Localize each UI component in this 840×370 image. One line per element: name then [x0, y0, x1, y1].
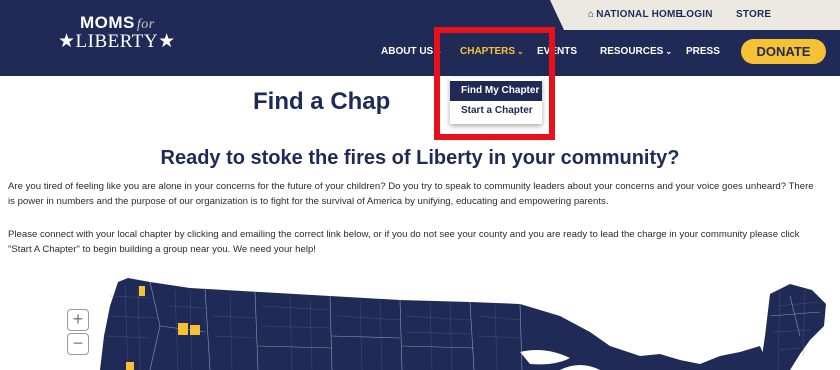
instructions-paragraph: Please connect with your local chapter b… [8, 229, 800, 255]
map-zoom-out-button[interactable]: − [67, 333, 89, 355]
chapter-county[interactable] [139, 286, 145, 296]
utility-bar: ⌂ NATIONAL HOME LOGIN STORE [550, 0, 840, 30]
chevron-down-icon: ⌄ [665, 47, 673, 56]
national-home-label: NATIONAL HOME [596, 9, 683, 20]
map-zoom-in-button[interactable]: + [67, 309, 89, 331]
chapter-county[interactable] [190, 325, 200, 335]
nav-about-us-label: ABOUT US [381, 46, 434, 57]
home-icon: ⌂ [588, 9, 595, 20]
chapter-map[interactable]: + − [0, 276, 840, 370]
sub-heading: Ready to stoke the fires of Liberty in y… [160, 147, 680, 169]
page-title-left: Find a Chap [252, 88, 391, 115]
nav-resources-label: RESOURCES [600, 46, 664, 57]
store-link[interactable]: STORE [736, 9, 771, 20]
page-title: Find a Chapu [0, 88, 740, 116]
nav-about-us[interactable]: ABOUT US ⌄ [381, 46, 442, 57]
site-header: ⌂ NATIONAL HOME LOGIN STORE MOMS for ★LIBE… [0, 0, 840, 76]
donate-button[interactable]: DONATE [741, 39, 826, 64]
highlight-annotation-box [434, 27, 555, 140]
logo-liberty-text: ★LIBERTY★ [58, 31, 176, 52]
intro-paragraph: Are you tired of feeling like you are al… [8, 181, 814, 207]
map-new-england [760, 284, 826, 370]
chapter-county[interactable] [126, 362, 134, 370]
us-map[interactable] [0, 276, 840, 370]
nav-resources[interactable]: RESOURCES ⌄ [600, 46, 672, 57]
nav-press[interactable]: PRESS [686, 46, 720, 57]
map-landmass [100, 278, 770, 370]
login-link[interactable]: LOGIN [680, 9, 713, 20]
chapter-county[interactable] [178, 323, 188, 335]
national-home-link[interactable]: ⌂ NATIONAL HOME [588, 9, 682, 20]
moms-for-liberty-logo[interactable]: MOMS for ★LIBERTY★ [58, 13, 175, 61]
